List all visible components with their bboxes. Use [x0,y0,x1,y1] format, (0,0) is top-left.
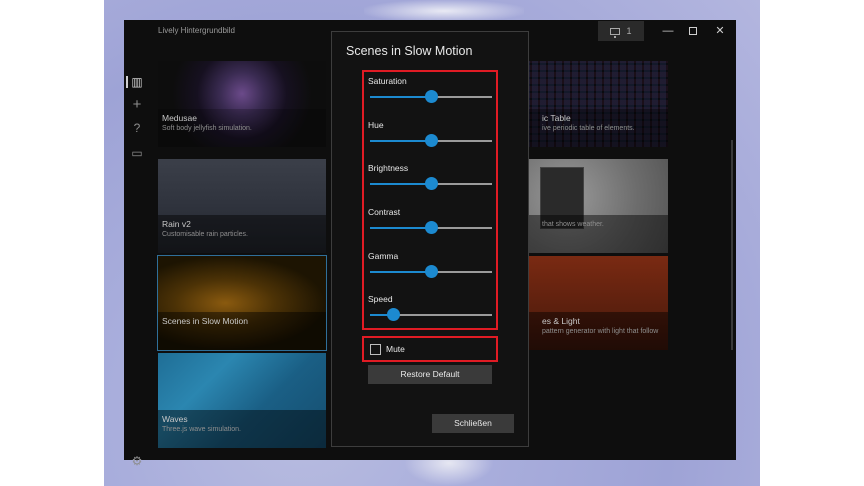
close-window-button[interactable]: ✕ [708,22,732,40]
help-icon[interactable]: ? [130,121,144,135]
card-title: Rain v2 [162,219,191,229]
slider-thumb[interactable] [425,221,438,234]
speed-slider-group: Speed [368,294,494,321]
slider-label: Speed [368,294,393,304]
slider-thumb[interactable] [387,308,401,321]
water-splash-top [364,0,524,22]
brightness-slider[interactable] [370,177,492,190]
card-info: Waves Three.js wave simulation. [158,410,326,448]
slider-label: Contrast [368,207,401,217]
slider-fill [370,183,431,185]
saturation-slider-group: Saturation [368,76,494,103]
library-scrollbar[interactable] [731,140,733,350]
feedback-icon[interactable]: ▭ [130,146,144,160]
slider-thumb[interactable] [425,90,438,103]
wallpaper-card-rain[interactable]: Rain v2 Customisable rain particles. [158,159,326,253]
slider-fill [370,96,431,98]
card-info: Medusae Soft body jellyfish simulation. [158,109,326,147]
slider-thumb[interactable] [425,134,438,147]
card-title: Waves [162,414,188,424]
card-info: Rain v2 Customisable rain particles. [158,215,326,253]
wallpaper-card-waves[interactable]: Waves Three.js wave simulation. [158,353,326,448]
sliders-highlight-box: Saturation Hue Brightness Contrast Gamma… [362,70,498,330]
card-info: Scenes in Slow Motion [158,312,326,350]
contrast-slider-group: Contrast [368,207,494,234]
brightness-slider-group: Brightness [368,163,494,190]
dialog-title: Scenes in Slow Motion [346,44,473,58]
slider-label: Gamma [368,251,399,261]
screenshot-stage: Lively Hintergrundbild 1 — ✕ ▥ + ? ▭ ⚙ M… [0,0,864,486]
monitor-count: 1 [626,26,632,36]
slider-thumb[interactable] [425,265,438,278]
card-description: Soft body jellyfish simulation. [162,125,252,132]
contrast-slider[interactable] [370,221,492,234]
card-description: Three.js wave simulation. [162,426,241,433]
gamma-slider[interactable] [370,265,492,278]
slider-thumb[interactable] [425,177,438,190]
card-title: Scenes in Slow Motion [162,316,248,326]
sidebar: ▥ + ? ▭ ⚙ [124,42,150,468]
customise-dialog: Scenes in Slow Motion Saturation Hue Bri… [331,31,529,447]
hue-slider[interactable] [370,134,492,147]
slider-label: Hue [368,120,384,130]
monitor-select-button[interactable]: 1 [598,21,644,41]
close-dialog-button[interactable]: Schließen [432,414,514,433]
app-title: Lively Hintergrundbild [158,26,235,35]
mute-checkbox[interactable] [370,344,381,355]
card-title: Medusae [162,113,197,123]
slider-fill [370,140,431,142]
mute-label[interactable]: Mute [386,344,405,354]
monitor-icon [610,27,621,38]
settings-icon[interactable]: ⚙ [130,454,144,468]
library-icon[interactable]: ▥ [130,75,144,89]
card-description: Customisable rain particles. [162,231,248,238]
restore-default-button[interactable]: Restore Default [368,365,492,384]
hue-slider-group: Hue [368,120,494,147]
add-icon[interactable]: + [130,97,144,112]
mute-highlight-box: Mute [362,336,498,362]
slider-label: Saturation [368,76,407,86]
slider-label: Brightness [368,163,409,173]
maximize-button[interactable] [681,22,705,40]
speed-slider[interactable] [370,308,492,321]
slider-fill [370,227,431,229]
gamma-slider-group: Gamma [368,251,494,278]
minimize-button[interactable]: — [656,22,680,40]
active-indicator [126,76,128,88]
wallpaper-card-medusae[interactable]: Medusae Soft body jellyfish simulation. [158,61,326,147]
saturation-slider[interactable] [370,90,492,103]
wallpaper-card-scenes[interactable]: Scenes in Slow Motion [157,255,327,351]
slider-fill [370,271,431,273]
maximize-icon [689,27,697,35]
